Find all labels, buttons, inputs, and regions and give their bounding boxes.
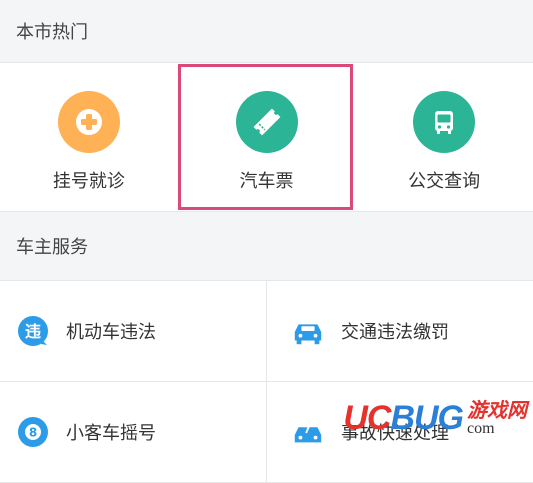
service-item-vehicle-violation[interactable]: 违 机动车违法 bbox=[0, 281, 267, 382]
service-grid: 违 机动车违法 交通违法缴罚 8 小客车摇号 事故快速处理 bbox=[0, 280, 533, 483]
hot-item-bus-ticket[interactable]: 汽车票 bbox=[178, 63, 356, 211]
service-item-car-lottery[interactable]: 8 小客车摇号 bbox=[0, 382, 267, 483]
hot-item-registration[interactable]: 挂号就诊 bbox=[0, 63, 178, 211]
section-title: 本市热门 bbox=[16, 22, 88, 43]
car-icon bbox=[291, 314, 325, 348]
svg-text:违: 违 bbox=[25, 322, 41, 341]
section-header-car: 车主服务 bbox=[0, 212, 533, 280]
service-label: 交通违法缴罚 bbox=[341, 322, 449, 343]
service-item-traffic-fine[interactable]: 交通违法缴罚 bbox=[267, 281, 533, 382]
service-label: 小客车摇号 bbox=[66, 423, 156, 444]
watermark-uc: UC bbox=[343, 399, 391, 437]
hot-item-label: 公交查询 bbox=[408, 171, 481, 192]
hot-grid: 挂号就诊 汽车票 公交查询 bbox=[0, 62, 533, 212]
violation-icon: 违 bbox=[16, 314, 50, 348]
medical-cross-icon bbox=[57, 91, 120, 153]
lottery-icon: 8 bbox=[16, 415, 50, 449]
hot-item-label: 汽车票 bbox=[239, 171, 294, 192]
watermark-site: 游戏网 com bbox=[467, 401, 527, 437]
watermark-cn: 游戏网 bbox=[467, 399, 527, 422]
bus-icon bbox=[413, 91, 476, 153]
svg-text:8: 8 bbox=[29, 426, 37, 440]
hot-item-bus-query[interactable]: 公交查询 bbox=[355, 63, 533, 211]
accident-icon bbox=[291, 415, 325, 449]
section-header-hot: 本市热门 bbox=[0, 0, 533, 62]
watermark-logo: UC BUG 游戏网 com bbox=[343, 399, 527, 438]
watermark-com: com bbox=[467, 419, 495, 437]
ticket-icon bbox=[235, 91, 298, 153]
service-label: 机动车违法 bbox=[66, 322, 156, 343]
section-title: 车主服务 bbox=[16, 237, 88, 258]
hot-item-label: 挂号就诊 bbox=[52, 171, 125, 192]
watermark-bug: BUG bbox=[390, 399, 464, 437]
